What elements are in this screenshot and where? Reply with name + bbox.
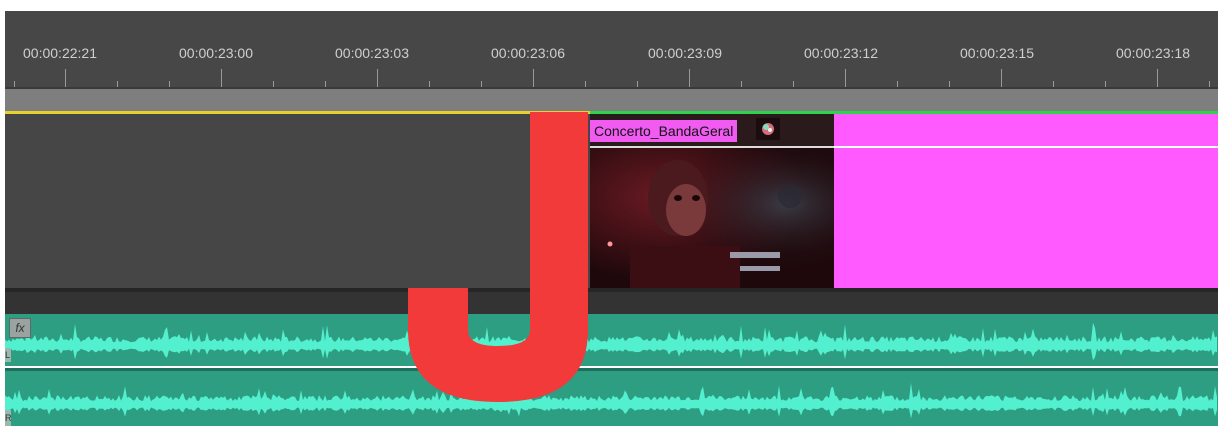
timecode-label: 00:00:22:21 [23,45,97,61]
work-area-bar[interactable] [5,89,1218,111]
video-clip[interactable]: Concerto_BandaGeral [590,114,834,288]
timecode-label: 00:00:23:09 [648,45,722,61]
audio-waveform-left [5,322,1217,361]
ruler-major-tick [533,69,534,89]
ruler-major-tick [377,69,378,89]
audio-clip[interactable]: fx L R [5,314,1218,426]
right-channel-label: R [5,410,12,426]
clip-name-label: Concerto_BandaGeral [590,120,738,142]
time-ruler[interactable]: 00:00:22:21 00:00:23:00 00:00:23:03 00:0… [5,11,1218,89]
timecode-label: 00:00:23:18 [1116,45,1190,61]
timecode-label: 00:00:23:06 [491,45,565,61]
ruler-major-tick [65,69,66,89]
ruler-major-tick [1157,69,1158,89]
video-track[interactable]: Concerto_BandaGeral [5,114,1218,288]
ruler-major-tick [689,69,690,89]
audio-waveform-right [5,382,1217,419]
timeline-panel[interactable]: 00:00:22:21 00:00:23:00 00:00:23:03 00:0… [5,11,1218,426]
timecode-label: 00:00:23:00 [179,45,253,61]
ruler-major-tick [1001,69,1002,89]
clip-header-thumbnail [756,118,780,140]
timecode-label: 00:00:23:03 [335,45,409,61]
fx-badge[interactable]: fx [9,318,31,338]
offline-media-clip[interactable] [834,114,1218,288]
ruler-major-tick [845,69,846,89]
clip-thumbnail [590,148,834,288]
timecode-label: 00:00:23:15 [960,45,1034,61]
left-channel-label: L [5,348,11,362]
track-separator [5,288,1218,314]
empty-gap[interactable] [5,114,590,288]
ruler-major-tick [221,69,222,89]
timecode-label: 00:00:23:12 [804,45,878,61]
clip-header-divider [834,146,1218,148]
